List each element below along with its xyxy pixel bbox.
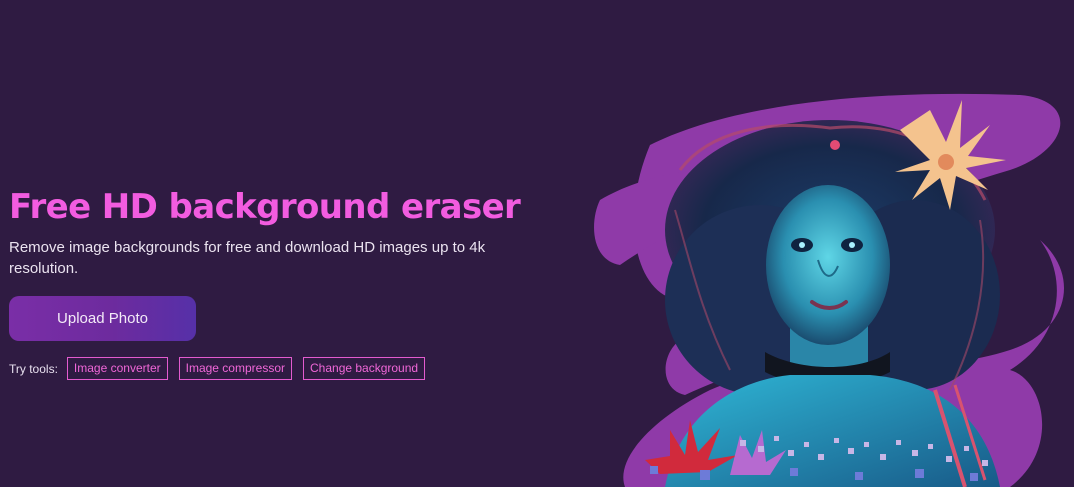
try-tools-row: Try tools: Image converter Image compres… [9, 357, 436, 380]
tool-link-change-background[interactable]: Change background [303, 357, 426, 380]
hero-illustration [590, 90, 1074, 487]
page-title: Free HD background eraser [9, 187, 521, 227]
upload-photo-button[interactable]: Upload Photo [9, 296, 196, 341]
portrait-illustration-icon [594, 93, 1064, 487]
hero-section: Free HD background eraser Remove image b… [9, 186, 569, 380]
hero-subtitle: Remove image backgrounds for free and do… [9, 239, 486, 277]
page: Free HD background eraser Remove image b… [0, 0, 1074, 487]
tool-link-image-converter[interactable]: Image converter [66, 357, 168, 380]
tool-link-image-compressor[interactable]: Image compressor [178, 357, 292, 380]
try-tools-label: Try tools: [9, 361, 58, 376]
